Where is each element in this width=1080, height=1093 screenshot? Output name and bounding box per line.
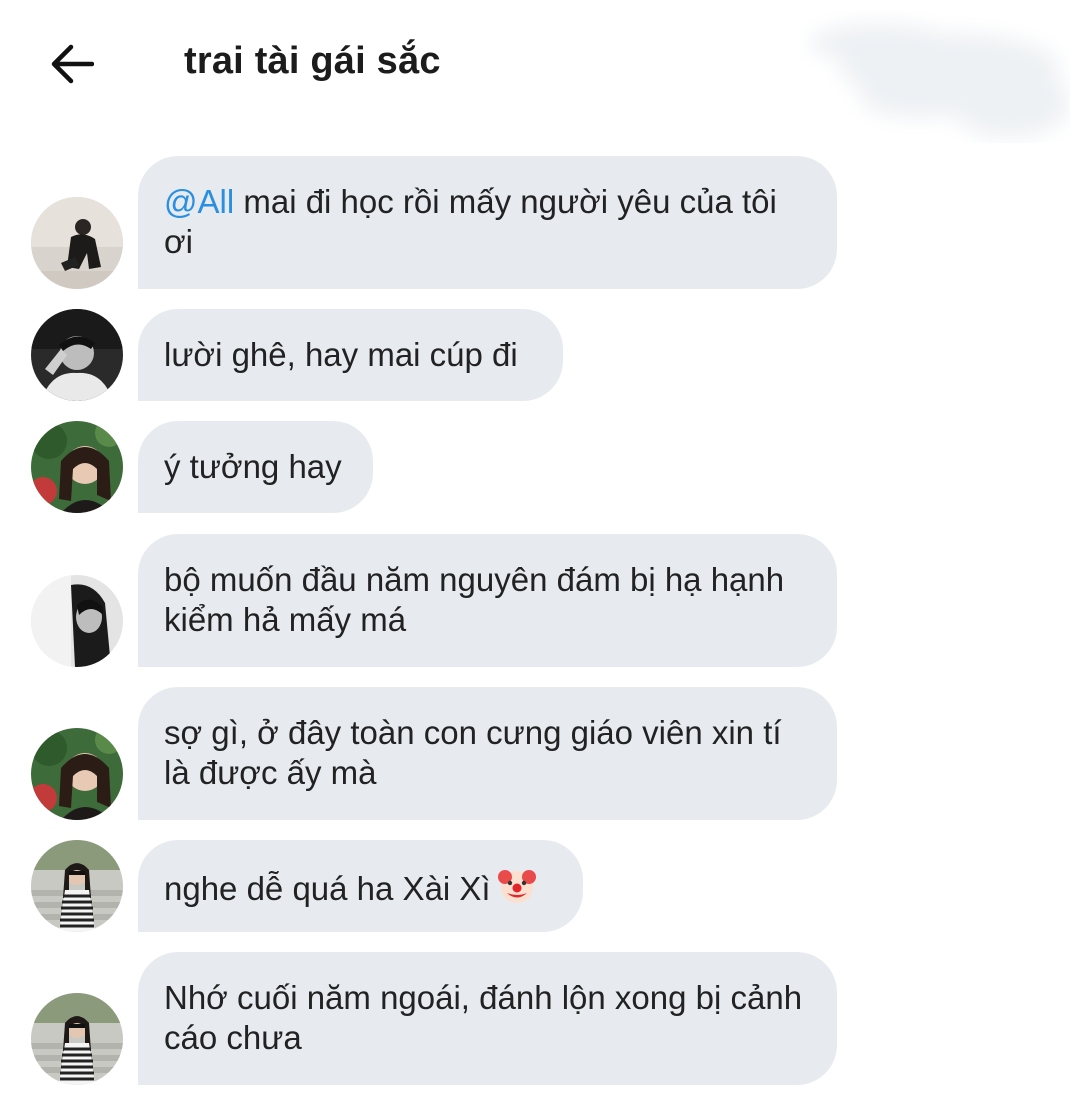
message-bubble[interactable]: bộ muốn đầu năm nguyên đám bị hạ hạnh ki…	[138, 534, 837, 667]
message-bubble[interactable]: @All mai đi học rồi mấy người yêu của tô…	[138, 156, 837, 289]
message-text: mai đi học rồi mấy người yêu của tôi ơi	[164, 183, 777, 260]
message-text: ý tưởng hay	[164, 448, 342, 485]
message-bubble[interactable]: lười ghê, hay mai cúp đi	[138, 309, 563, 401]
avatar[interactable]	[31, 421, 123, 513]
mention-all[interactable]: @All	[164, 183, 234, 220]
avatar[interactable]	[31, 728, 123, 820]
avatar[interactable]	[31, 575, 123, 667]
avatar[interactable]	[31, 197, 123, 289]
message-bubble[interactable]: Nhớ cuối năm ngoái, đánh lộn xong bị cản…	[138, 952, 837, 1085]
avatar[interactable]	[31, 309, 123, 401]
message-text: sợ gì, ở đây toàn con cưng giáo viên xin…	[164, 714, 782, 791]
clown-face-emoji	[497, 866, 537, 915]
message-bubble[interactable]: nghe dễ quá ha Xài Xì	[138, 840, 583, 932]
message-text: nghe dễ quá ha Xài Xì	[164, 870, 491, 907]
message-bubble[interactable]: ý tưởng hay	[138, 421, 373, 513]
message-list[interactable]: @All mai đi học rồi mấy người yêu của tô…	[0, 0, 1080, 1093]
avatar[interactable]	[31, 840, 123, 932]
message-bubble[interactable]: sợ gì, ở đây toàn con cưng giáo viên xin…	[138, 687, 837, 820]
message-text: bộ muốn đầu năm nguyên đám bị hạ hạnh ki…	[164, 561, 785, 638]
message-text: Nhớ cuối năm ngoái, đánh lộn xong bị cản…	[164, 979, 803, 1056]
message-text: lười ghê, hay mai cúp đi	[164, 336, 518, 373]
avatar[interactable]	[31, 993, 123, 1085]
